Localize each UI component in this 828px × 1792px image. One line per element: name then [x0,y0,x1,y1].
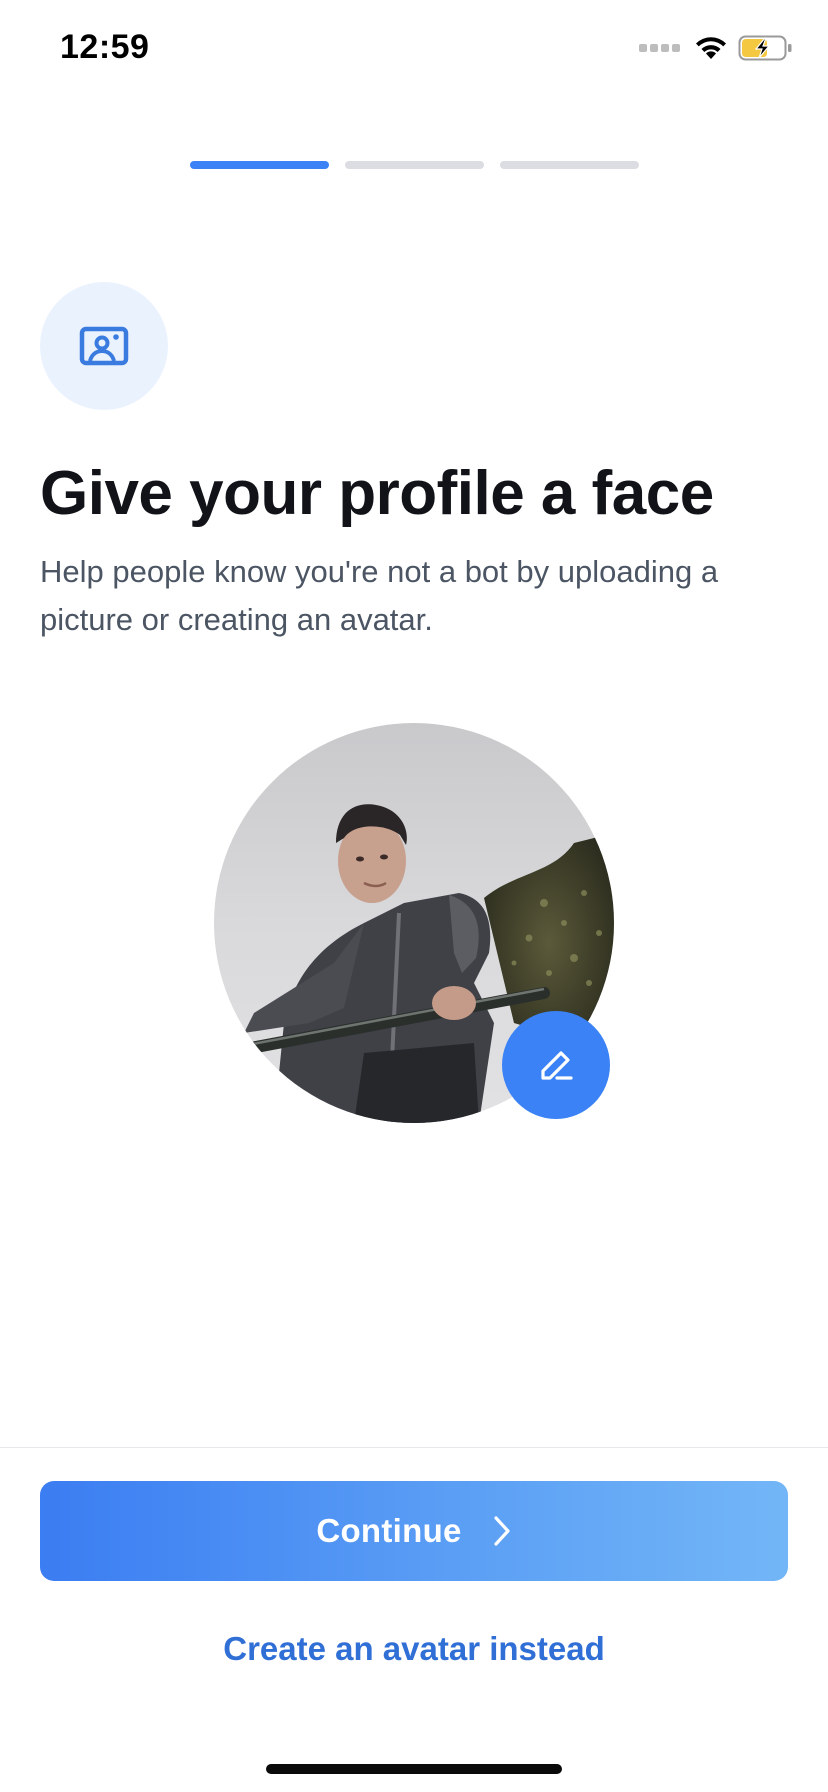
progress-step-1 [190,161,329,169]
onboarding-progress [190,161,639,169]
wifi-icon [696,37,726,59]
avatar-container [214,723,614,1123]
cellular-signal-icon [639,44,680,52]
edit-avatar-button[interactable] [502,1011,610,1119]
home-indicator [266,1764,562,1774]
progress-step-2 [345,161,484,169]
page-subtitle: Help people know you're not a bot by upl… [40,554,719,637]
page-title: Give your profile a face [40,459,714,528]
continue-button[interactable]: Continue [40,1481,788,1581]
battery-charging-icon [738,35,792,61]
chevron-right-icon [494,1516,510,1546]
status-time: 12:59 [60,28,150,66]
progress-step-3 [500,161,639,169]
status-bar: 12:59 [0,0,828,100]
profile-picture-icon [79,326,129,366]
bottom-divider [0,1447,828,1448]
create-avatar-link[interactable]: Create an avatar instead [0,1630,828,1668]
status-icons [639,34,794,62]
pencil-icon [541,1051,573,1080]
profile-icon-bubble [40,282,168,410]
continue-label: Continue [316,1512,462,1549]
